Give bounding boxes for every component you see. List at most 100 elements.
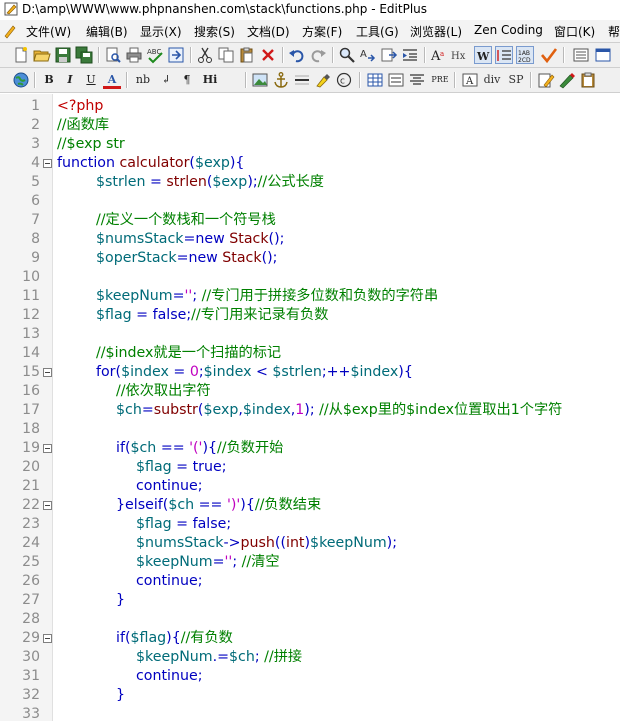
word-wrap-icon[interactable]: W <box>474 46 492 64</box>
div-button[interactable]: div <box>481 71 503 89</box>
fold-toggle-icon[interactable] <box>43 444 52 453</box>
form-icon[interactable] <box>387 71 405 89</box>
code-line[interactable]: 4 function calculator($exp){ <box>0 154 620 173</box>
paragraph-button[interactable]: ¶ <box>178 71 196 89</box>
save-all-icon[interactable] <box>75 46 93 64</box>
code-line[interactable]: 16 //依次取出字符 <box>0 382 620 401</box>
document-menu-icon[interactable] <box>3 23 17 39</box>
code-line[interactable]: 31 continue; <box>0 667 620 686</box>
replace-icon[interactable]: A <box>359 46 377 64</box>
copy-icon[interactable] <box>217 46 235 64</box>
code-line[interactable]: 6 <box>0 192 620 211</box>
globe-icon[interactable] <box>12 71 30 89</box>
code-line[interactable]: 28 <box>0 610 620 629</box>
goto-icon[interactable] <box>380 46 398 64</box>
bold-button[interactable]: B <box>40 71 58 89</box>
pre-button[interactable]: PRE <box>429 71 451 89</box>
code-line[interactable]: 30 $keepNum.=$ch; //拼接 <box>0 648 620 667</box>
delete-icon[interactable] <box>259 46 277 64</box>
fold-toggle-icon[interactable] <box>43 501 52 510</box>
code-line[interactable]: 32} <box>0 686 620 705</box>
hex-icon[interactable]: Hx <box>451 46 469 64</box>
redo-icon[interactable] <box>309 46 327 64</box>
code-line[interactable]: 21 continue; <box>0 477 620 496</box>
fold-toggle-icon[interactable] <box>43 159 52 168</box>
menu-search[interactable]: 搜索(S) <box>194 23 235 40</box>
code-line[interactable]: 33 <box>0 705 620 721</box>
italic-button[interactable]: I <box>61 71 79 89</box>
fold-toggle-icon[interactable] <box>43 368 52 377</box>
copyright-icon[interactable]: c <box>335 71 353 89</box>
code-line[interactable]: 2 //函数库 <box>0 116 620 135</box>
indent-icon[interactable] <box>401 46 419 64</box>
textbox-icon[interactable]: A <box>461 71 479 89</box>
span-button[interactable]: SP <box>505 71 527 89</box>
anchor-icon[interactable] <box>272 71 290 89</box>
line-break-button[interactable]: ↲ <box>157 71 175 89</box>
menu-document[interactable]: 文档(D) <box>247 23 290 40</box>
menu-zen-coding[interactable]: Zen Coding <box>474 23 543 37</box>
menu-view[interactable]: 显示(X) <box>140 23 182 40</box>
code-line[interactable]: 23 $flag = false; <box>0 515 620 534</box>
line-number-icon[interactable] <box>495 46 513 64</box>
menu-project[interactable]: 方案(F) <box>302 23 342 40</box>
code-line[interactable]: 14 //$index就是一个扫描的标记 <box>0 344 620 363</box>
code-line[interactable]: 25 $keepNum=''; //清空 <box>0 553 620 572</box>
hr-icon[interactable] <box>293 71 311 89</box>
new-file-icon[interactable] <box>12 46 30 64</box>
code-line[interactable]: 29 if($flag){//有负数 <box>0 629 620 648</box>
code-line[interactable]: 20 $flag = true; <box>0 458 620 477</box>
browser-preview-icon[interactable] <box>167 46 185 64</box>
heading-button[interactable]: Hi <box>199 71 221 89</box>
code-line[interactable]: 22}elseif($ch == ')'){//负数结束 <box>0 496 620 515</box>
menu-window[interactable]: 窗口(K) <box>554 23 595 40</box>
print-preview-icon[interactable] <box>104 46 122 64</box>
open-folder-icon[interactable] <box>33 46 51 64</box>
menu-browser[interactable]: 浏览器(L) <box>410 23 462 40</box>
center-icon[interactable] <box>408 71 426 89</box>
code-line[interactable]: 7 //定义一个数栈和一个符号栈 <box>0 211 620 230</box>
menu-tools[interactable]: 工具(G) <box>356 23 399 40</box>
pen-icon[interactable] <box>558 71 576 89</box>
cut-icon[interactable] <box>196 46 214 64</box>
code-line[interactable]: 10 <box>0 268 620 287</box>
edit-icon[interactable] <box>537 71 555 89</box>
menu-help[interactable]: 帮 <box>608 23 620 40</box>
highlight-icon[interactable] <box>314 71 332 89</box>
clipboard-icon[interactable] <box>579 71 597 89</box>
code-line[interactable]: 8 $numsStack=new Stack(); <box>0 230 620 249</box>
code-line[interactable]: 26 continue; <box>0 572 620 591</box>
code-line[interactable]: 13 <box>0 325 620 344</box>
code-editor[interactable]: 1 <?php 2 //函数库 3 //$exp str 4 function calcula… <box>0 94 620 721</box>
code-line[interactable]: 15 for($index = 0;$index < $strlen;++$ind… <box>0 363 620 382</box>
spell-check-icon[interactable]: ABC <box>146 46 164 64</box>
menu-edit[interactable]: 编辑(B) <box>86 23 128 40</box>
code-line[interactable]: 27} <box>0 591 620 610</box>
table-icon[interactable] <box>366 71 384 89</box>
code-line[interactable]: 5 $strlen = strlen($exp);//公式长度 <box>0 173 620 192</box>
menu-file[interactable]: 文件(W) <box>26 23 71 40</box>
check-icon[interactable] <box>540 46 558 64</box>
code-line[interactable]: 17 $ch=substr($exp,$index,1); //从$exp里的$i… <box>0 401 620 420</box>
save-icon[interactable] <box>54 46 72 64</box>
code-line[interactable]: 3 //$exp str <box>0 135 620 154</box>
paste-icon[interactable] <box>238 46 256 64</box>
nbsp-button[interactable]: nb <box>132 71 154 89</box>
code-line[interactable]: 9 $operStack=new Stack(); <box>0 249 620 268</box>
column-icon[interactable]: 1AB 2CD <box>516 46 534 64</box>
code-line[interactable]: 1 <?php <box>0 97 620 116</box>
image-icon[interactable] <box>251 71 269 89</box>
font-color-button[interactable]: A <box>103 71 121 89</box>
code-line[interactable]: 12 $flag = false;//专门用来记录有负数 <box>0 306 620 325</box>
undo-icon[interactable] <box>288 46 306 64</box>
code-line[interactable]: 11 $keepNum=''; //专门用于拼接多位数和负数的字符串 <box>0 287 620 306</box>
settings-icon[interactable] <box>572 46 590 64</box>
code-line[interactable]: 18 <box>0 420 620 439</box>
find-icon[interactable] <box>338 46 356 64</box>
code-line[interactable]: 24 $numsStack->push((int)$keepNum); <box>0 534 620 553</box>
fold-toggle-icon[interactable] <box>43 634 52 643</box>
font-icon[interactable]: Aa <box>430 46 448 64</box>
window-icon[interactable] <box>594 46 612 64</box>
code-line[interactable]: 19 if($ch == '('){//负数开始 <box>0 439 620 458</box>
print-icon[interactable] <box>125 46 143 64</box>
